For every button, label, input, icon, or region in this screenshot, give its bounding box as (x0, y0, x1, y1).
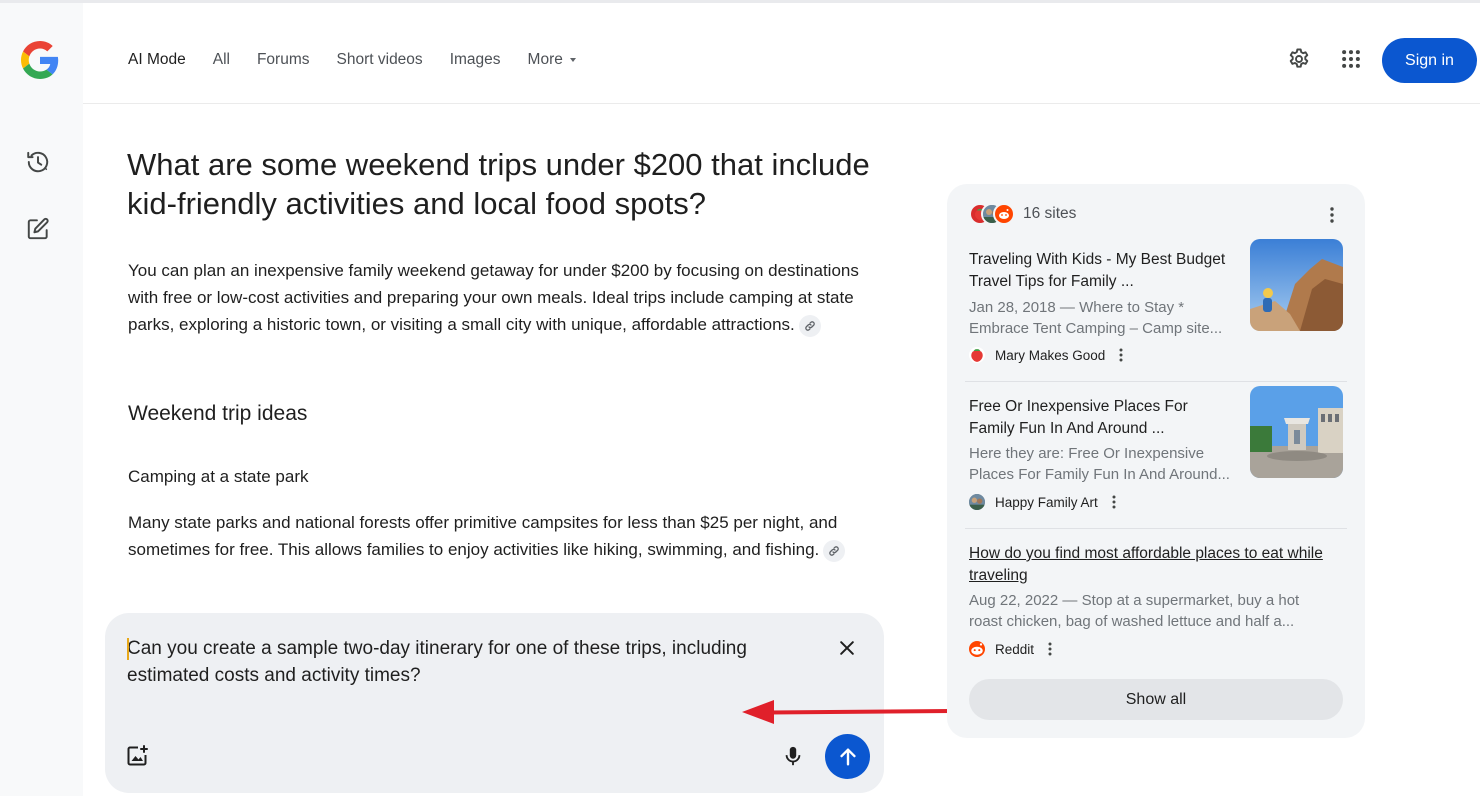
top-border (0, 0, 1480, 3)
source-snippet: Jan 28, 2018 — Where to Stay * Embrace T… (969, 299, 1223, 337)
source-site: Reddit (969, 641, 1052, 657)
tab-forums[interactable]: Forums (257, 51, 310, 69)
tab-more[interactable]: More (528, 51, 576, 69)
voice-input-button[interactable] (780, 743, 806, 769)
source-title[interactable]: Free Or Inexpensive Places For Family Fu… (969, 396, 1231, 440)
tab-ai-mode[interactable]: AI Mode (128, 51, 186, 69)
sources-menu-icon[interactable] (1323, 206, 1341, 224)
search-tabs: AI Mode All Forums Short videos Images M… (128, 48, 603, 72)
tab-images[interactable]: Images (450, 51, 501, 69)
google-logo[interactable] (21, 41, 59, 79)
left-rail (0, 3, 83, 796)
send-button[interactable] (825, 734, 870, 779)
source-snippet: Here they are: Free Or Inexpensive Place… (969, 445, 1230, 483)
add-image-icon (127, 745, 148, 766)
reddit-favicon-icon (993, 203, 1015, 225)
card-divider (965, 528, 1347, 529)
source-site-name: Reddit (995, 641, 1035, 657)
new-chat-icon[interactable] (24, 215, 52, 243)
section-heading: Weekend trip ideas (128, 402, 308, 425)
family-photo-favicon-icon (969, 494, 985, 510)
source-thumbnail[interactable] (1250, 239, 1343, 331)
sources-header: 16 sites (969, 203, 1076, 225)
source-site-name: Mary Makes Good (995, 347, 1106, 363)
source-site: Happy Family Art (969, 494, 1116, 510)
strawberry-favicon-icon (969, 347, 985, 363)
header-divider (83, 103, 1480, 104)
sources-count: 16 sites (1023, 205, 1077, 222)
answer-intro: You can plan an inexpensive family weeke… (128, 257, 868, 338)
subsection-body: Many state parks and national forests of… (128, 513, 838, 559)
source-site-name: Happy Family Art (995, 494, 1098, 510)
show-all-button[interactable]: Show all (969, 679, 1343, 720)
arrow-up-icon (839, 747, 856, 766)
query-heading: What are some weekend trips under $200 t… (127, 147, 870, 221)
source-thumbnail[interactable] (1250, 386, 1343, 478)
source-title[interactable]: How do you find most affordable places t… (969, 543, 1329, 587)
caret-down-icon (569, 58, 576, 62)
tab-short-videos[interactable]: Short videos (337, 51, 423, 69)
card-divider (965, 381, 1347, 382)
source-snippet: Aug 22, 2022 — Stop at a supermarket, bu… (969, 592, 1300, 630)
source-link-icon[interactable] (823, 539, 846, 562)
source-title[interactable]: Traveling With Kids - My Best Budget Tra… (969, 249, 1231, 293)
subsection-text: Many state parks and national forests of… (128, 509, 868, 563)
source-link-icon[interactable] (798, 314, 821, 337)
apps-grid-icon[interactable] (1338, 46, 1364, 72)
settings-gear-icon[interactable] (1286, 46, 1312, 72)
answer-intro-text: You can plan an inexpensive family weeke… (128, 261, 859, 334)
reddit-favicon-icon (969, 641, 985, 657)
tab-all[interactable]: All (213, 51, 230, 69)
sign-in-button[interactable]: Sign in (1382, 38, 1477, 83)
source-site: Mary Makes Good (969, 347, 1123, 363)
source-menu-icon[interactable] (1048, 642, 1052, 656)
sources-panel: 16 sites Traveling With Kids - My Best B… (947, 184, 1365, 738)
history-icon[interactable] (24, 148, 52, 176)
subsection-heading: Camping at a state park (128, 467, 309, 486)
close-icon (840, 641, 854, 655)
source-menu-icon[interactable] (1119, 348, 1123, 362)
microphone-icon (785, 746, 801, 766)
followup-input[interactable]: Can you create a sample two-day itinerar… (127, 635, 767, 695)
clear-input-button[interactable] (834, 635, 860, 661)
source-menu-icon[interactable] (1112, 495, 1116, 509)
text-cursor (127, 638, 129, 660)
tab-more-label: More (527, 51, 563, 68)
add-image-button[interactable] (124, 743, 150, 769)
